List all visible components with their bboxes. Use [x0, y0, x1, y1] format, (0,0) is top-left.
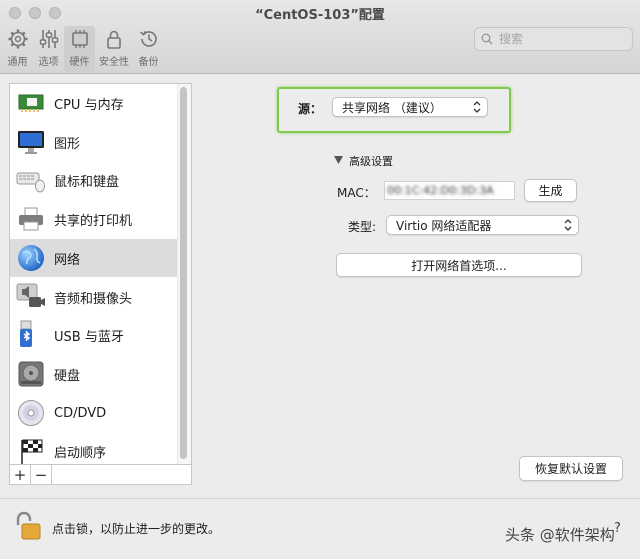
- sidebar-item-label: 音频和摄像头: [54, 291, 133, 307]
- usb-bluetooth-icon: [16, 320, 46, 350]
- audio-camera-icon: [16, 282, 46, 312]
- updown-chevron-icon: [564, 219, 572, 231]
- sidebar-item-label: CPU 与内存: [54, 97, 124, 113]
- sidebar-item-harddisk[interactable]: 硬盘: [10, 355, 177, 393]
- chip-icon: [71, 30, 88, 48]
- adapter-type-value: Virtio 网络适配器: [396, 218, 492, 233]
- sidebar-item-boot-order[interactable]: 启动顺序: [10, 432, 177, 464]
- tab-hardware-label: 硬件: [69, 57, 90, 68]
- sidebar-item-cd-dvd[interactable]: CD/DVD: [10, 394, 177, 432]
- remove-device-button[interactable]: −: [31, 465, 52, 484]
- sidebar-item-audio-camera[interactable]: 音频和摄像头: [10, 278, 177, 316]
- unlocked-lock-icon[interactable]: [14, 511, 42, 541]
- sidebar-item-cpu-memory[interactable]: CPU 与内存: [10, 84, 177, 122]
- sidebar-item-usb-bluetooth[interactable]: USB 与蓝牙: [10, 316, 177, 354]
- add-remove-bar: + −: [9, 465, 192, 485]
- toolbar: 通用 选项 硬件 安全性 备份: [2, 26, 164, 72]
- printer-icon: [16, 204, 46, 234]
- sidebar-item-label: 硬盘: [54, 368, 81, 384]
- open-network-prefs-button[interactable]: 打开网络首选项...: [336, 253, 582, 277]
- source-popup-value: 共享网络 （建议）: [342, 100, 442, 115]
- help-button[interactable]: ?: [614, 521, 621, 536]
- tab-hardware[interactable]: 硬件: [64, 26, 95, 72]
- cd-icon: [16, 398, 46, 428]
- tab-backup[interactable]: 备份: [133, 26, 164, 72]
- source-label: 源：: [298, 102, 323, 116]
- mac-address-value: 00:1C:42:D0:3D:3A: [387, 184, 494, 197]
- sidebar-item-printer[interactable]: 共享的打印机: [10, 200, 177, 238]
- add-device-button[interactable]: +: [10, 465, 31, 484]
- backup-icon: [139, 30, 157, 47]
- sidebar-item-graphics[interactable]: 图形: [10, 123, 177, 161]
- tab-options[interactable]: 选项: [33, 26, 64, 72]
- search-input[interactable]: [499, 32, 619, 46]
- gear-icon: [8, 29, 27, 49]
- cpu-memory-icon: [16, 88, 46, 118]
- monitor-icon: [16, 127, 46, 157]
- sidebar-item-label: 鼠标和键盘: [54, 174, 120, 190]
- harddisk-icon: [16, 359, 46, 389]
- sidebar-item-label: CD/DVD: [54, 405, 107, 421]
- type-label: 类型:: [348, 220, 377, 234]
- sidebar-item-label: 启动顺序: [54, 445, 107, 461]
- search-box[interactable]: [474, 27, 633, 51]
- mac-label: MAC：: [337, 186, 376, 200]
- restore-defaults-button[interactable]: 恢复默认设置: [519, 456, 623, 481]
- sliders-icon: [39, 30, 58, 48]
- globe-icon: [16, 243, 46, 273]
- sidebar-item-mouse-keyboard[interactable]: 鼠标和键盘: [10, 161, 177, 199]
- lock-hint-text: 点击锁，以防止进一步的更改。: [52, 522, 221, 536]
- generate-mac-button[interactable]: 生成: [524, 179, 577, 202]
- title-bar: “CentOS-103”配置 通用 选项 硬件 安全性 备份: [0, 0, 640, 74]
- adapter-type-popup[interactable]: Virtio 网络适配器: [386, 215, 579, 235]
- mac-address-field[interactable]: 00:1C:42:D0:3D:3A: [384, 181, 515, 200]
- lock-icon: [107, 30, 121, 49]
- sidebar-item-label: 共享的打印机: [54, 213, 133, 229]
- tab-options-label: 选项: [38, 57, 59, 68]
- sidebar-scrollbar-thumb[interactable]: [180, 87, 187, 459]
- advanced-settings-label[interactable]: 高级设置: [349, 153, 393, 169]
- tab-security-label: 安全性: [99, 57, 129, 68]
- boot-flag-icon: [16, 436, 46, 464]
- sidebar-item-label: 图形: [54, 136, 81, 152]
- tab-security[interactable]: 安全性: [95, 26, 133, 72]
- hardware-list: CPU 与内存 图形 鼠标和键盘 共享的打印机 网络 音频和摄像头 USB 与蓝…: [9, 83, 192, 465]
- source-popup[interactable]: 共享网络 （建议）: [332, 97, 488, 117]
- tab-general-label: 通用: [7, 57, 28, 68]
- disclosure-triangle-icon[interactable]: [334, 156, 343, 164]
- keyboard-icon: [16, 165, 46, 195]
- sidebar-item-network[interactable]: 网络: [10, 239, 177, 277]
- search-icon: [481, 33, 493, 45]
- updown-chevron-icon: [473, 101, 481, 113]
- watermark-text: 头条 @软件架构: [505, 526, 615, 544]
- tab-backup-label: 备份: [138, 57, 159, 68]
- window-title: “CentOS-103”配置: [255, 8, 385, 23]
- sidebar-item-label: 网络: [54, 252, 81, 268]
- sidebar-item-label: USB 与蓝牙: [54, 329, 124, 345]
- tab-general[interactable]: 通用: [2, 26, 33, 72]
